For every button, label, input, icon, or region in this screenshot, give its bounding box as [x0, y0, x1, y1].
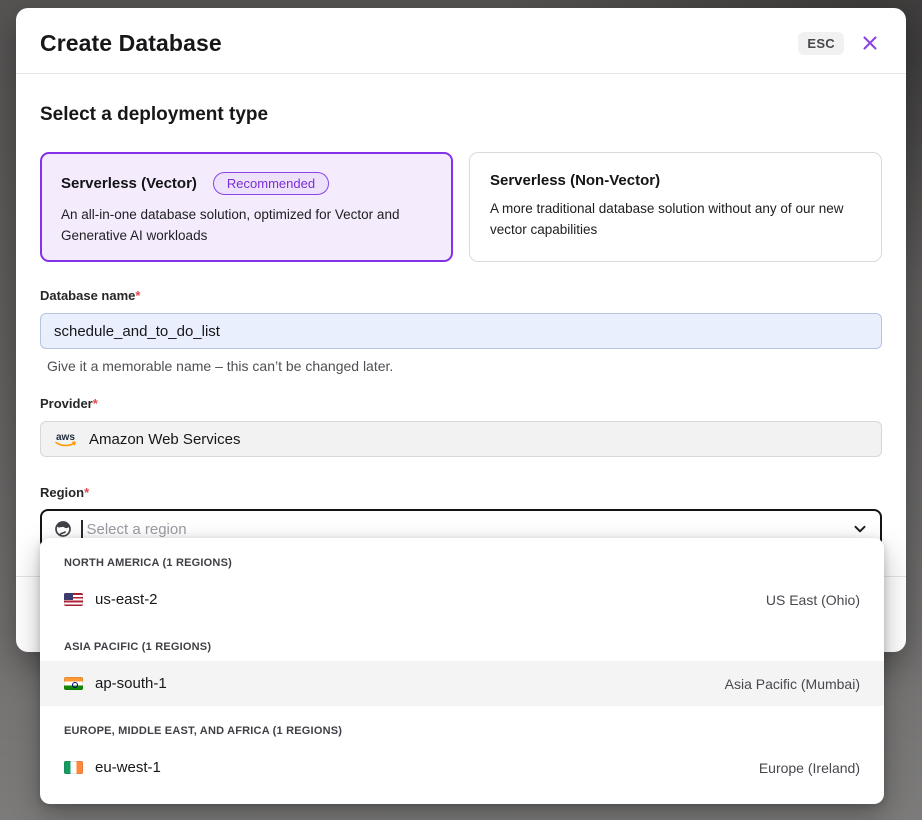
close-button[interactable]: [858, 31, 882, 55]
provider-field-group: Provider* aws Amazon Web Services: [40, 395, 882, 457]
required-asterisk: *: [135, 288, 140, 303]
provider-label: Provider*: [40, 396, 98, 411]
deployment-option-serverless-non-vector[interactable]: Serverless (Non-Vector) A more tradition…: [469, 152, 882, 262]
india-flag-icon: [64, 677, 83, 690]
region-placeholder: Select a region: [87, 521, 844, 538]
modal-header: Create Database ESC: [16, 8, 906, 74]
card-title: Serverless (Non-Vector): [490, 172, 660, 189]
database-name-field-group: Database name* Give it a memorable name …: [40, 287, 882, 374]
provider-value-box: aws Amazon Web Services: [40, 421, 882, 457]
region-group-label-north-america: NORTH AMERICA (1 REGIONS): [40, 538, 884, 577]
region-code: ap-south-1: [95, 675, 167, 692]
required-asterisk: *: [84, 485, 89, 500]
database-name-label: Database name*: [40, 288, 140, 303]
recommended-badge: Recommended: [213, 172, 329, 195]
region-location: Asia Pacific (Mumbai): [725, 676, 860, 692]
provider-value: Amazon Web Services: [89, 431, 240, 448]
header-actions: ESC: [798, 31, 882, 55]
page-title: Create Database: [40, 28, 222, 58]
region-option-eu-west-1[interactable]: eu-west-1 Europe (Ireland): [40, 745, 884, 790]
region-group-label-emea: EUROPE, MIDDLE EAST, AND AFRICA (1 REGIO…: [40, 706, 884, 745]
close-icon: [860, 33, 880, 53]
region-code: eu-west-1: [95, 759, 161, 776]
aws-logo-icon: aws: [53, 430, 79, 448]
required-asterisk: *: [93, 396, 98, 411]
text-cursor: [81, 520, 83, 539]
database-name-input[interactable]: [40, 313, 882, 349]
modal-body: Select a deployment type Serverless (Vec…: [16, 74, 906, 549]
region-group-label-asia-pacific: ASIA PACIFIC (1 REGIONS): [40, 622, 884, 661]
esc-key-badge: ESC: [798, 32, 844, 55]
ireland-flag-icon: [64, 761, 83, 774]
region-location: Europe (Ireland): [759, 760, 860, 776]
globe-icon: [54, 520, 72, 538]
card-title: Serverless (Vector): [61, 175, 197, 192]
database-name-helper-text: Give it a memorable name – this can’t be…: [40, 358, 882, 374]
svg-text:aws: aws: [56, 432, 75, 443]
region-option-ap-south-1[interactable]: ap-south-1 Asia Pacific (Mumbai): [40, 661, 884, 706]
card-description: An all-in-one database solution, optimiz…: [61, 204, 432, 246]
region-dropdown: NORTH AMERICA (1 REGIONS) us-east-2 US E…: [40, 538, 884, 804]
us-flag-icon: [64, 593, 83, 606]
deployment-options: Serverless (Vector) Recommended An all-i…: [40, 152, 882, 262]
card-description: A more traditional database solution wit…: [490, 198, 861, 240]
region-label: Region*: [40, 485, 89, 500]
region-code: us-east-2: [95, 591, 158, 608]
region-option-us-east-2[interactable]: us-east-2 US East (Ohio): [40, 577, 884, 622]
deployment-option-serverless-vector[interactable]: Serverless (Vector) Recommended An all-i…: [40, 152, 453, 262]
chevron-down-icon: [852, 521, 868, 537]
deployment-heading: Select a deployment type: [40, 102, 882, 127]
region-location: US East (Ohio): [766, 592, 860, 608]
